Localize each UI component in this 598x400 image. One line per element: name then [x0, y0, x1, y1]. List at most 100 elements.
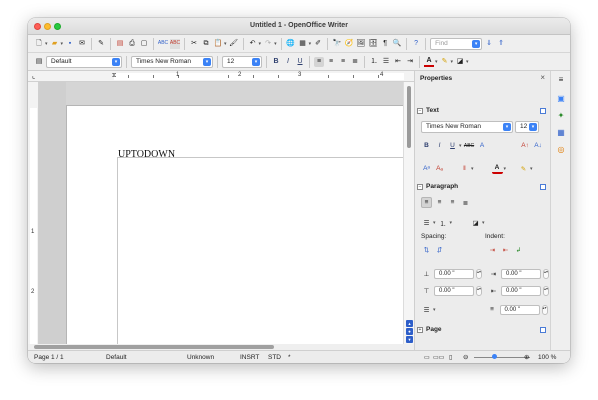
spacing-below-stepper[interactable]: ▴▾ [476, 285, 482, 296]
data-sources-icon[interactable]: 🗄 [368, 39, 378, 49]
align-center-icon[interactable]: ≡ [326, 57, 336, 67]
sidebar-font-name-select[interactable]: Times New Roman ▾ [421, 121, 513, 133]
first-line-stepper[interactable]: ▴▾ [541, 304, 548, 315]
undo-dropdown-icon[interactable]: ▾ [259, 41, 262, 47]
spacing-above-stepper[interactable]: ▴▾ [476, 268, 482, 279]
italic-icon[interactable]: I [283, 57, 293, 67]
numbering-icon[interactable]: ⒈ [369, 57, 379, 67]
properties-tab-icon[interactable]: ▣ [555, 92, 567, 104]
book-view-icon[interactable]: ▯ [449, 354, 452, 361]
redo-icon[interactable]: ↷ [263, 39, 273, 49]
navigator-tab-icon[interactable]: ◎ [555, 143, 567, 155]
redo-dropdown-icon[interactable]: ▾ [274, 41, 277, 47]
bold-icon[interactable]: B [421, 140, 432, 151]
spacing-above-input[interactable]: 0.00 " [434, 268, 474, 279]
justify-icon[interactable]: ≣ [350, 57, 360, 67]
more-options-icon[interactable] [540, 184, 546, 190]
indent-marker-icon[interactable]: ⧖ [112, 73, 116, 80]
align-left-icon[interactable]: ≡ [314, 56, 324, 67]
align-right-icon[interactable]: ≡ [447, 197, 458, 208]
find-next-icon[interactable]: ⇓ [484, 39, 494, 49]
increase-indent-icon[interactable]: ⇥ [487, 244, 498, 255]
numbering-icon[interactable]: ⒈ [438, 217, 449, 228]
underline-dropdown-icon[interactable]: ▾ [459, 143, 462, 149]
print-icon[interactable]: ⎙ [127, 39, 137, 49]
document-text[interactable]: UPTODOWN [118, 149, 175, 160]
autospellcheck-icon[interactable]: ABC [170, 38, 180, 49]
line-spacing-dropdown-icon[interactable]: ▾ [433, 307, 436, 313]
chevron-down-icon[interactable]: ▾ [203, 57, 211, 66]
increase-spacing-icon[interactable]: ⇅ [421, 244, 432, 255]
document-modified-indicator[interactable]: * [288, 354, 291, 361]
horizontal-ruler[interactable]: ⌞ 1 2 3 4 ⧖ [28, 71, 414, 82]
print-preview-icon[interactable]: ▢ [139, 39, 149, 49]
document-page[interactable]: UPTODOWN [66, 105, 403, 344]
align-right-icon[interactable]: ≡ [338, 57, 348, 67]
background-dropdown-icon[interactable]: ▾ [466, 59, 469, 65]
align-left-icon[interactable]: ≡ [421, 197, 432, 208]
show-draw-functions-icon[interactable]: ✐ [313, 39, 323, 49]
font-color-icon[interactable]: A [424, 57, 434, 67]
insert-mode-status[interactable]: INSRT [240, 354, 259, 361]
zoom-slider-knob[interactable] [492, 354, 497, 359]
strikethrough-icon[interactable]: ABC [464, 140, 475, 151]
font-size-select[interactable]: 12 ▾ [222, 55, 262, 68]
decrease-spacing-icon[interactable]: ⇵ [434, 244, 445, 255]
collapse-icon[interactable]: − [417, 184, 423, 190]
table-icon[interactable]: ▦ [298, 39, 308, 49]
highlighting-icon[interactable]: ✎ [518, 163, 529, 174]
table-dropdown-icon[interactable]: ▾ [309, 41, 312, 47]
decrease-font-icon[interactable]: A↓ [533, 140, 544, 151]
hyperlink-icon[interactable]: 🌐 [286, 39, 296, 49]
find-previous-icon[interactable]: ⇑ [496, 39, 506, 49]
paragraph-style-select[interactable]: Default ▾ [46, 55, 122, 68]
open-dropdown-icon[interactable]: ▾ [61, 41, 64, 47]
single-page-view-icon[interactable]: ▭ [424, 354, 430, 361]
paste-dropdown-icon[interactable]: ▾ [224, 41, 227, 47]
collapse-icon[interactable]: − [417, 108, 423, 114]
vertical-ruler[interactable]: 1 2 [28, 82, 39, 346]
highlight-dropdown-icon[interactable]: ▾ [530, 166, 533, 172]
close-sidebar-button[interactable]: × [540, 73, 545, 82]
more-options-icon[interactable] [540, 327, 546, 333]
superscript-icon[interactable]: Aᵃ [421, 163, 432, 174]
nonprinting-characters-icon[interactable]: ¶ [380, 39, 390, 49]
character-spacing-icon[interactable]: ‖ [459, 163, 470, 174]
export-pdf-icon[interactable]: ▤ [115, 39, 125, 49]
find-dropdown-icon[interactable]: ▾ [472, 39, 481, 48]
hanging-indent-icon[interactable]: ↲ [513, 244, 524, 255]
edit-file-icon[interactable]: ✎ [96, 39, 106, 49]
subscript-icon[interactable]: Aₐ [434, 163, 445, 174]
indent-after-input[interactable]: 0.00 " [501, 285, 541, 296]
horizontal-scroll-thumb[interactable] [34, 345, 274, 349]
numbering-dropdown-icon[interactable]: ▾ [450, 220, 453, 226]
sidebar-font-size-select[interactable]: 12 ▾ [515, 121, 539, 133]
background-color-icon[interactable]: ◪ [455, 57, 465, 67]
indent-before-stepper[interactable]: ▴▾ [543, 268, 549, 279]
bullets-icon[interactable]: ☰ [381, 57, 391, 67]
sidebar-menu-icon[interactable]: ≡ [555, 73, 567, 85]
new-dropdown-icon[interactable]: ▾ [45, 41, 48, 47]
vertical-scroll-thumb[interactable] [407, 86, 411, 148]
multi-page-view-icon[interactable]: ▭▭ [433, 354, 444, 361]
chevron-down-icon[interactable]: ▾ [529, 123, 537, 131]
increase-indent-icon[interactable]: ⇥ [405, 57, 415, 67]
vertical-scrollbar[interactable]: ▴ ● ▾ [403, 82, 414, 346]
spacing-dropdown-icon[interactable]: ▾ [471, 166, 474, 172]
cut-icon[interactable]: ✂ [189, 39, 199, 49]
zoom-icon[interactable]: 🔍 [392, 39, 402, 49]
help-icon[interactable]: ? [411, 39, 421, 49]
paragraph-background-icon[interactable]: ◪ [470, 217, 481, 228]
zoom-slider[interactable] [474, 357, 530, 358]
new-document-icon[interactable]: 🗋 [34, 39, 44, 49]
underline-icon[interactable]: U [295, 57, 305, 67]
font-color-icon[interactable]: A [491, 163, 503, 174]
bold-icon[interactable]: B [271, 57, 281, 67]
chevron-down-icon[interactable]: ▾ [112, 57, 120, 66]
paste-icon[interactable]: 📋 [213, 39, 223, 49]
language-status[interactable]: Unknown [187, 354, 214, 361]
highlighting-icon[interactable]: ✎ [440, 57, 450, 67]
indent-before-input[interactable]: 0.00 " [501, 268, 541, 279]
open-folder-icon[interactable]: ▰ [50, 39, 60, 49]
zoom-level[interactable]: 100 % [538, 354, 556, 361]
